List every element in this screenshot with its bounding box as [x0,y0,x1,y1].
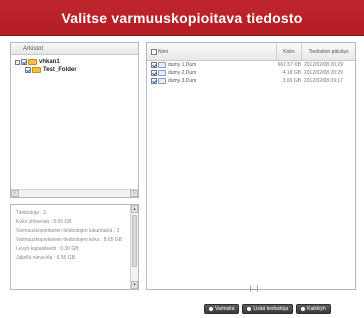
expand-icon[interactable] [15,59,20,65]
column-size[interactable]: Koko [277,43,302,60]
folder-icon [28,59,37,65]
back-button[interactable]: Varmista [204,304,240,314]
info-line: Jäljellä oleva tila : 6.55 GB [16,255,75,261]
file-checkbox[interactable] [151,62,157,68]
arrow-icon [209,307,213,311]
file-size: 667.57 KB [277,62,301,68]
arrow-icon [247,307,252,311]
scroll-right-icon[interactable]: › [130,190,138,197]
file-date: 2012/02/08 09:17 [304,78,343,84]
tree-item-test-folder[interactable]: Test_Folder [15,66,138,74]
file-row[interactable]: dumy 3.Dum 3.00 GB 2012/02/08 09:17 [147,77,355,85]
file-row[interactable]: dumy 1.Dum 667.57 KB 2012/02/08 20:29 [147,61,355,69]
file-icon [158,62,166,68]
scroll-left-icon[interactable]: ‹ [11,190,19,197]
file-name: dumy 3.Dum [168,78,197,84]
file-icon [158,78,166,84]
start-button[interactable]: Lisää tiedostoja [242,304,294,314]
column-date[interactable]: Tiedoston päiväys [302,43,355,60]
start-button-label: Lisää tiedostoja [253,306,289,312]
info-line: Varmuuskopioitavien tiedostojen koko : 8… [16,237,123,243]
folders-panel: Arkistot vhkan1 Test_Folder ‹ › [10,42,139,198]
scroll-down-icon[interactable]: ▾ [131,281,138,289]
folder-checkbox[interactable] [21,59,27,65]
page-title: Valitse varmuuskopioitava tiedosto [61,9,303,26]
cancel-button[interactable]: Kaikkiyh [296,304,331,314]
tree-item-root[interactable]: vhkan1 [15,58,138,66]
folder-checkbox[interactable] [25,67,31,73]
folders-header: Arkistot [11,43,138,55]
scroll-thumb[interactable] [132,215,137,267]
tree-item-label: Test_Folder [43,67,77,73]
file-date: 2012/02/08 20:29 [304,70,343,76]
info-line: Varmuuskopioitavien tiedostojen lukumäär… [16,228,120,234]
title-bar: Valitse varmuuskopioitava tiedosto [0,0,364,36]
files-panel: Nimi Koko Tiedoston päiväys dumy 1.Dum 6… [146,42,356,290]
info-panel: Tiedostoja : 3 Koko yhteensä : 8.65 GB V… [10,204,139,290]
file-row[interactable]: dumy 2.Dum 4.18 GB 2012/02/08 20:29 [147,69,355,77]
info-line: Tiedostoja : 3 [16,210,46,216]
file-date: 2012/02/08 20:29 [304,62,343,68]
column-name[interactable]: Nimi [147,43,277,60]
info-line: Koko yhteensä : 8.65 GB [16,219,72,225]
file-checkbox[interactable] [151,70,157,76]
vertical-scrollbar[interactable]: ▴ ▾ [130,205,138,289]
file-size: 4.18 GB [282,70,301,76]
file-name: dumy 1.Dum [168,62,197,68]
file-icon [158,70,166,76]
file-name: dumy 2.Dum [168,70,197,76]
tree-item-label: vhkan1 [39,59,60,65]
folder-tree: vhkan1 Test_Folder [11,55,138,74]
page-indicator: [...] [250,286,259,292]
back-button-label: Varmista [215,306,235,312]
arrow-icon [301,307,306,311]
folder-icon [32,67,41,73]
info-line: Levyn kapasiteetti : 6.30 GB [16,246,79,252]
cancel-button-label: Kaikkiyh [307,306,326,312]
info-text: Tiedostoja : 3 Koko yhteensä : 8.65 GB V… [11,205,123,263]
horizontal-scrollbar[interactable]: ‹ › [11,189,138,197]
column-name-label: Nimi [158,48,168,55]
scroll-up-icon[interactable]: ▴ [131,205,138,213]
file-size: 3.00 GB [282,78,301,84]
file-checkbox[interactable] [151,78,157,84]
select-all-checkbox[interactable] [151,48,157,55]
file-list-header: Nimi Koko Tiedoston päiväys [147,43,355,61]
action-buttons: Varmista Lisää tiedostoja Kaikkiyh [204,304,331,314]
